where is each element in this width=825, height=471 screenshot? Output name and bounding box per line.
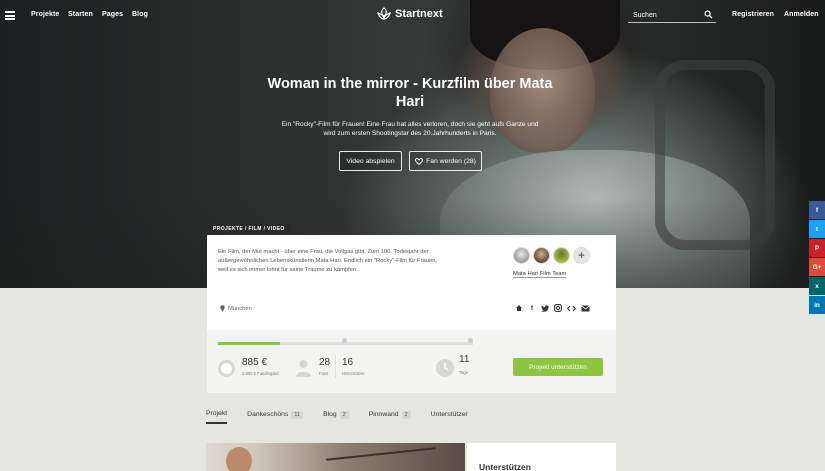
user-icon <box>296 360 311 377</box>
social-share-bar: f t P G+ x in <box>809 201 825 315</box>
description-line: Ein Film, der Mut macht - über eine Frau… <box>218 249 429 255</box>
login-link[interactable]: Anmelden <box>784 11 819 18</box>
project-title: Woman in the mirror - Kurzfilm über Mata… <box>250 75 570 111</box>
menu-icon[interactable] <box>5 11 15 20</box>
tab-projekt[interactable]: Projekt <box>206 410 228 424</box>
project-card: Ein Film, der Mut macht - über eine Frau… <box>207 235 616 393</box>
tab-pinnwand[interactable]: Pinnwand 2 <box>369 410 411 424</box>
description-line: außergewöhnlichen Lebenskünstlerin Mata … <box>218 258 438 264</box>
home-icon[interactable] <box>515 304 523 312</box>
project-title-line: Woman in the mirror - Kurzfilm über Mata <box>267 76 553 92</box>
support-project-button[interactable]: Projekt unterstützen <box>513 358 603 376</box>
tab-label: Dankeschöns <box>247 411 289 418</box>
project-description: Ein Film, der Mut macht - über eine Frau… <box>218 248 498 275</box>
become-fan-button[interactable]: Fan werden (28) <box>409 151 482 171</box>
become-fan-label: Fan werden (28) <box>426 157 476 165</box>
count-badge: 11 <box>291 410 304 419</box>
team-name-link[interactable]: Mata Hari Film Team <box>513 271 567 278</box>
location-text: München <box>228 305 252 312</box>
twitter-icon[interactable]: t <box>809 220 825 238</box>
funding-goal: 1.800 € Fundingziel <box>242 371 279 376</box>
play-video-label: Video abspielen <box>346 157 395 165</box>
top-navigation: Projekte Starten Pages Blog Startnext Re… <box>0 0 825 32</box>
avatar[interactable] <box>553 247 570 264</box>
location: München <box>220 305 252 312</box>
mail-icon[interactable] <box>581 304 590 312</box>
add-team-member-button[interactable]: + <box>573 247 590 264</box>
days-count: 11 <box>459 354 470 365</box>
funding-progress-fill <box>218 342 281 345</box>
funding-panel: 885 € 1.800 € Fundingziel 28 Fans 16 Unt… <box>207 330 616 393</box>
days-label: Tage <box>459 370 469 375</box>
pinterest-icon[interactable]: P <box>809 239 825 257</box>
avatar[interactable] <box>513 247 530 264</box>
description-line: weil es sich immer lohnt für seine Träum… <box>218 267 358 273</box>
avatar[interactable] <box>533 247 550 264</box>
xing-icon[interactable]: x <box>809 277 825 295</box>
funding-icon <box>218 360 235 377</box>
nav-link-blog[interactable]: Blog <box>132 11 148 18</box>
search-input[interactable] <box>633 10 703 21</box>
project-tabs: Projekt Dankeschöns 11 Blog 2 Pinnwand 2… <box>206 410 488 424</box>
supporters-label: Unterstützer <box>342 371 365 376</box>
category-tag[interactable]: PROJEKTE / FILM / VIDEO <box>207 224 291 234</box>
nav-link-projekte[interactable]: Projekte <box>31 11 59 18</box>
twitter-icon[interactable] <box>541 304 549 312</box>
logo-text: Startnext <box>395 8 443 20</box>
count-badge: 2 <box>339 410 349 419</box>
tab-label: Projekt <box>206 410 228 417</box>
embed-icon[interactable] <box>567 305 576 312</box>
team-avatars: + <box>513 247 590 264</box>
supporters-count: 16 <box>342 357 354 368</box>
register-link[interactable]: Registrieren <box>732 11 774 18</box>
tab-unterstuetzer[interactable]: Unterstützer <box>431 410 468 424</box>
linkedin-icon[interactable]: in <box>809 296 825 314</box>
funding-progress-bar <box>218 338 473 345</box>
search-box[interactable] <box>628 8 716 23</box>
play-video-button[interactable]: Video abspielen <box>339 151 402 171</box>
funded-amount: 885 € <box>242 357 268 368</box>
fans-label: Fans <box>319 371 329 376</box>
facebook-icon[interactable]: f <box>809 201 825 219</box>
project-subtitle: Ein "Rocky"-Film für Frauen! Eine Frau h… <box>255 120 565 138</box>
facebook-icon[interactable]: f <box>528 304 536 312</box>
sidebox-title: Unterstützen <box>479 462 531 471</box>
tab-label: Blog <box>323 411 337 418</box>
clock-icon <box>436 359 454 377</box>
leaf-icon <box>377 7 391 20</box>
hero-image-chair <box>655 60 775 250</box>
milestone-marker[interactable] <box>468 338 473 343</box>
tab-label: Unterstützer <box>430 411 468 418</box>
instagram-icon[interactable] <box>554 304 562 312</box>
nav-link-starten[interactable]: Starten <box>68 11 93 18</box>
heart-icon <box>415 157 424 165</box>
support-sidebox: Unterstützen <box>467 443 616 471</box>
nav-link-pages[interactable]: Pages <box>102 11 123 18</box>
fans-count: 28 <box>319 357 331 368</box>
search-icon[interactable] <box>704 10 713 19</box>
tab-dankeschoens[interactable]: Dankeschöns 11 <box>247 410 304 424</box>
project-subtitle-line: Ein "Rocky"-Film für Frauen! Eine Frau h… <box>281 121 539 128</box>
tab-label: Pinnwand <box>368 411 399 418</box>
tab-blog[interactable]: Blog 2 <box>323 410 349 424</box>
count-badge: 2 <box>401 410 411 419</box>
milestone-marker[interactable] <box>342 338 347 343</box>
project-video-thumbnail[interactable] <box>206 443 465 471</box>
startnext-logo[interactable]: Startnext <box>377 7 443 21</box>
project-title-line: Hari <box>395 94 425 110</box>
stat-divider <box>335 356 336 378</box>
project-subtitle-line: wird zum ersten Shootingstar des 20.Jahr… <box>323 130 497 137</box>
project-share-icons: f <box>515 304 590 312</box>
location-pin-icon <box>220 305 225 312</box>
googleplus-icon[interactable]: G+ <box>809 258 825 276</box>
